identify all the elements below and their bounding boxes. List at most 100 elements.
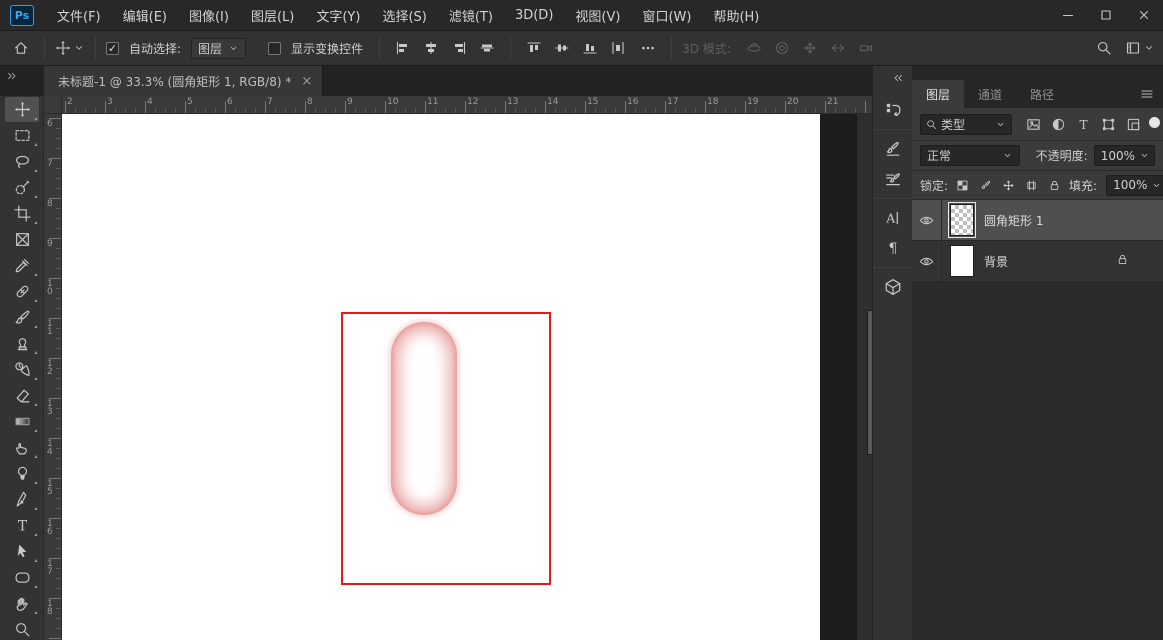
layer-visibility-toggle[interactable] <box>912 200 942 240</box>
align-v-center-button[interactable] <box>474 35 500 61</box>
path-selection-tool[interactable] <box>5 539 39 564</box>
menu-item-8[interactable]: 视图(V) <box>564 0 631 30</box>
slide-3d-button[interactable] <box>825 35 851 61</box>
dodge-tool[interactable] <box>5 461 39 486</box>
pen-tool[interactable] <box>5 487 39 512</box>
show-transform-checkbox[interactable] <box>268 42 281 55</box>
smudge-tool[interactable] <box>5 435 39 460</box>
brush-settings-panel-button[interactable] <box>873 134 913 164</box>
document-close-button[interactable]: × <box>301 74 312 89</box>
distribute-bottom-button[interactable] <box>577 35 603 61</box>
h-ruler-tick: 9 <box>347 97 353 107</box>
distribute-top-button[interactable] <box>521 35 547 61</box>
menu-item-4[interactable]: 文字(Y) <box>305 0 371 30</box>
brush-tool[interactable] <box>5 305 39 330</box>
toolbar-collapse-button[interactable] <box>0 66 44 96</box>
lock-position-button[interactable] <box>999 176 1018 195</box>
panel-tab-图层[interactable]: 图层 <box>912 80 964 108</box>
layer-row[interactable]: 背景 <box>912 241 1163 282</box>
maximize-button[interactable] <box>1087 0 1125 30</box>
crop-tool[interactable] <box>5 201 39 226</box>
quick-selection-tool[interactable] <box>5 175 39 200</box>
document-canvas[interactable] <box>62 114 820 640</box>
layer-visibility-toggle[interactable] <box>912 241 942 281</box>
zoom-tool[interactable] <box>5 617 39 640</box>
menu-item-9[interactable]: 窗口(W) <box>631 0 702 30</box>
distribute-center-button[interactable] <box>549 35 575 61</box>
tool-preset-button[interactable] <box>55 40 85 56</box>
blend-mode-dropdown[interactable]: 正常 <box>920 145 1020 166</box>
gradient-tool[interactable] <box>5 409 39 434</box>
spot-healing-tool[interactable] <box>5 279 39 304</box>
minimize-button[interactable] <box>1049 0 1087 30</box>
lock-paint-button[interactable] <box>976 176 995 195</box>
panel-tab-路径[interactable]: 路径 <box>1016 80 1068 108</box>
vertical-scrollbar[interactable] <box>856 114 872 640</box>
menu-item-3[interactable]: 图层(L) <box>240 0 305 30</box>
workspace-switcher[interactable] <box>1125 40 1155 56</box>
filter-type-dropdown[interactable]: 类型 <box>920 114 1012 135</box>
pan-3d-button[interactable] <box>797 35 823 61</box>
layer-thumbnail[interactable] <box>950 204 974 236</box>
filter-image-button[interactable] <box>1022 114 1044 135</box>
menu-item-1[interactable]: 编辑(E) <box>112 0 178 30</box>
close-button[interactable] <box>1125 0 1163 30</box>
panel-tab-通道[interactable]: 通道 <box>964 80 1016 108</box>
distribute-h-button[interactable] <box>605 35 631 61</box>
expand-panels-button[interactable] <box>892 72 904 87</box>
history-brush-tool[interactable] <box>5 357 39 382</box>
separator <box>510 36 511 60</box>
auto-select-target-dropdown[interactable]: 图层 <box>191 38 246 59</box>
eraser-tool[interactable] <box>5 383 39 408</box>
panel-menu-icon[interactable] <box>1139 86 1155 102</box>
opacity-dropdown[interactable]: 100% <box>1094 145 1155 166</box>
ruler-origin-corner[interactable] <box>44 96 62 114</box>
document-tab[interactable]: 未标题-1 @ 33.3% (圆角矩形 1, RGB/8) * × <box>44 66 323 96</box>
brushes-panel-button[interactable] <box>873 164 913 194</box>
hand-tool[interactable] <box>5 591 39 616</box>
layer-row[interactable]: 圆角矩形 1 <box>912 200 1163 241</box>
cube-3d-panel-button[interactable] <box>873 272 913 302</box>
home-button[interactable] <box>8 35 34 61</box>
align-left-button[interactable] <box>390 35 416 61</box>
filter-smart-object-button[interactable] <box>1122 114 1144 135</box>
character-panel-panel-button[interactable]: A <box>873 203 913 233</box>
align-center-h-button[interactable] <box>418 35 444 61</box>
menu-item-7[interactable]: 3D(D) <box>504 0 564 30</box>
menu-item-5[interactable]: 选择(S) <box>371 0 437 30</box>
filter-shape-filter-button[interactable] <box>1097 114 1119 135</box>
rectangular-marquee-tool[interactable] <box>5 123 39 148</box>
vertical-ruler[interactable]: 67891 01 11 21 31 41 51 61 71 8 <box>44 114 62 640</box>
rounded-rectangle-tool[interactable] <box>5 565 39 590</box>
orbit-3d-button[interactable] <box>741 35 767 61</box>
lock-artboard-button[interactable] <box>1022 176 1041 195</box>
align-right-button[interactable] <box>446 35 472 61</box>
roll-3d-button[interactable] <box>769 35 795 61</box>
move-tool[interactable] <box>5 97 39 122</box>
auto-select-checkbox[interactable] <box>106 42 119 55</box>
clone-stamp-tool[interactable] <box>5 331 39 356</box>
more-options-button[interactable] <box>635 35 661 61</box>
history-panel-panel-button[interactable] <box>873 95 913 125</box>
search-button[interactable] <box>1091 35 1117 61</box>
fill-dropdown[interactable]: 100% <box>1106 175 1163 196</box>
lasso-tool[interactable] <box>5 149 39 174</box>
filter-toggle[interactable] <box>1149 117 1160 128</box>
filter-type-filter-button[interactable]: T <box>1072 114 1094 135</box>
h-ruler-tick: 10 <box>387 97 398 107</box>
layer-thumbnail[interactable] <box>950 245 974 277</box>
frame-tool[interactable] <box>5 227 39 252</box>
menu-item-2[interactable]: 图像(I) <box>178 0 240 30</box>
h-ruler-tick: 2 <box>67 97 73 107</box>
filter-adjustment-button[interactable] <box>1047 114 1069 135</box>
lock-all-button[interactable] <box>1045 176 1064 195</box>
menu-item-10[interactable]: 帮助(H) <box>702 0 770 30</box>
eyedropper-tool[interactable] <box>5 253 39 278</box>
dolly-3d-button[interactable] <box>853 35 879 61</box>
menu-item-6[interactable]: 滤镜(T) <box>438 0 504 30</box>
checker-button[interactable] <box>953 176 972 195</box>
paragraph-panel-panel-button[interactable]: ¶ <box>873 233 913 263</box>
menu-item-0[interactable]: 文件(F) <box>46 0 112 30</box>
type-tool[interactable]: T <box>5 513 39 538</box>
horizontal-ruler[interactable]: 23456789101112131415161718192021 <box>62 96 872 114</box>
